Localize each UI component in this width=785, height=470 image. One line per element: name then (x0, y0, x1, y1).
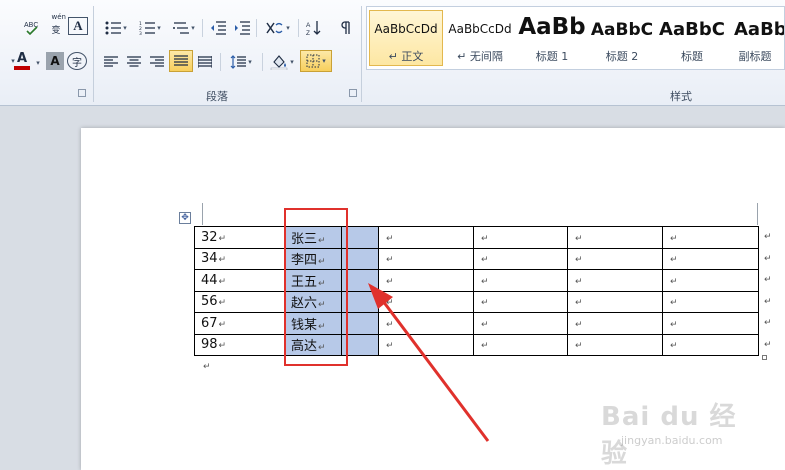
annotation-arrow (368, 283, 490, 442)
